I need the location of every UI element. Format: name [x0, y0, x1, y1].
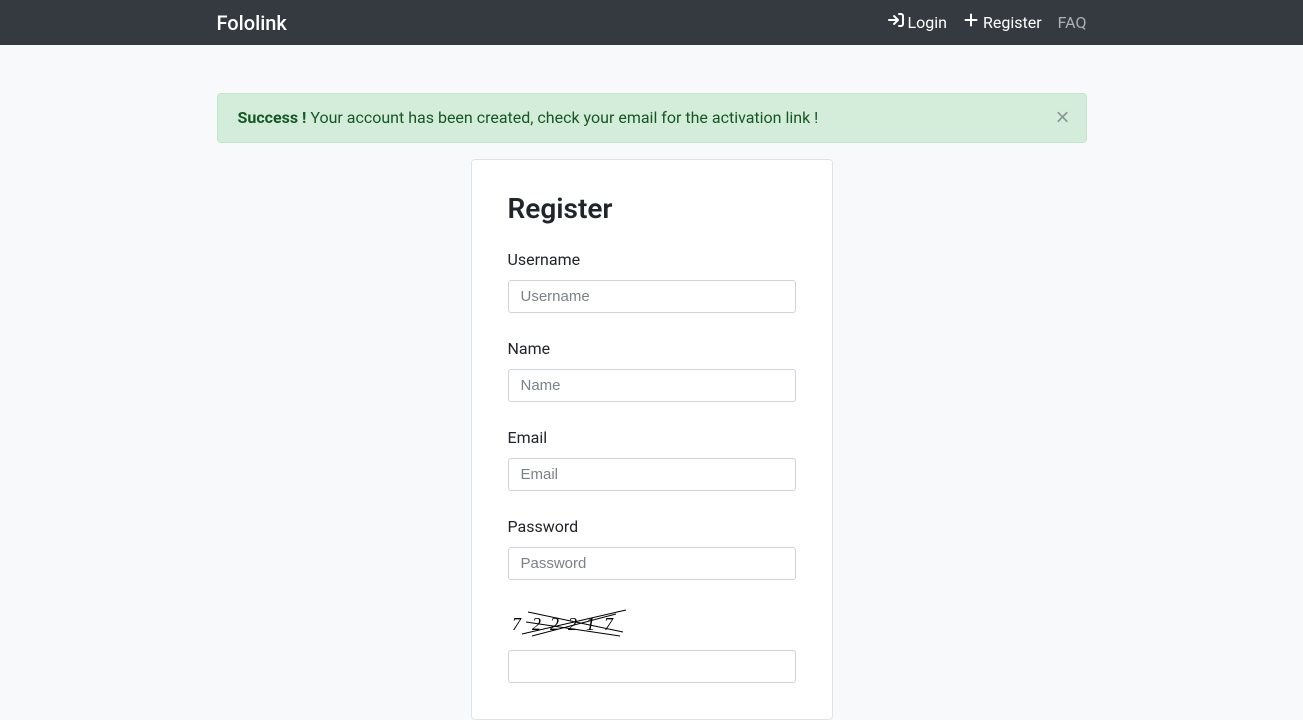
captcha-input[interactable] — [508, 650, 796, 683]
group-name: Name — [508, 337, 796, 402]
captcha-digit-5: 7 — [604, 614, 614, 634]
navbar: Fololink Login Register FAQ — [0, 0, 1303, 45]
group-password: Password — [508, 515, 796, 580]
email-label: Email — [508, 426, 796, 450]
captcha-digit-4: 1 — [586, 614, 595, 634]
sign-in-icon — [888, 11, 904, 35]
username-input[interactable] — [508, 280, 796, 313]
captcha-digit-2: 2 — [550, 614, 559, 634]
captcha-digit-0: 7 — [512, 614, 522, 634]
password-label: Password — [508, 515, 796, 539]
captcha-image: 7 2 2 2 1 7 — [508, 604, 796, 642]
register-card: Register Username Name Email Password — [471, 159, 833, 720]
close-icon: × — [1055, 104, 1069, 131]
nav-right: Login Register FAQ — [888, 11, 1087, 35]
captcha-svg: 7 2 2 2 1 7 — [508, 604, 628, 642]
alert-message: Your account has been created, check you… — [306, 108, 818, 127]
main-container: Success ! Your account has been created,… — [217, 45, 1087, 720]
plus-icon — [963, 11, 979, 35]
captcha-digit-3: 2 — [568, 614, 577, 634]
alert-strong: Success ! — [238, 108, 307, 127]
nav-register[interactable]: Register — [963, 11, 1042, 35]
name-label: Name — [508, 337, 796, 361]
captcha-digit-1: 2 — [532, 614, 541, 634]
form-title: Register — [508, 188, 796, 230]
nav-faq-label: FAQ — [1058, 11, 1087, 35]
group-username: Username — [508, 248, 796, 313]
brand-logo[interactable]: Fololink — [217, 8, 287, 38]
nav-login-label: Login — [908, 11, 947, 35]
username-label: Username — [508, 248, 796, 272]
group-email: Email — [508, 426, 796, 491]
name-input[interactable] — [508, 369, 796, 402]
nav-register-label: Register — [983, 11, 1042, 35]
success-alert: Success ! Your account has been created,… — [217, 93, 1087, 143]
password-input[interactable] — [508, 547, 796, 580]
alert-close-button[interactable]: × — [1051, 102, 1073, 134]
nav-login[interactable]: Login — [888, 11, 947, 35]
email-input[interactable] — [508, 458, 796, 491]
nav-faq[interactable]: FAQ — [1058, 11, 1087, 35]
